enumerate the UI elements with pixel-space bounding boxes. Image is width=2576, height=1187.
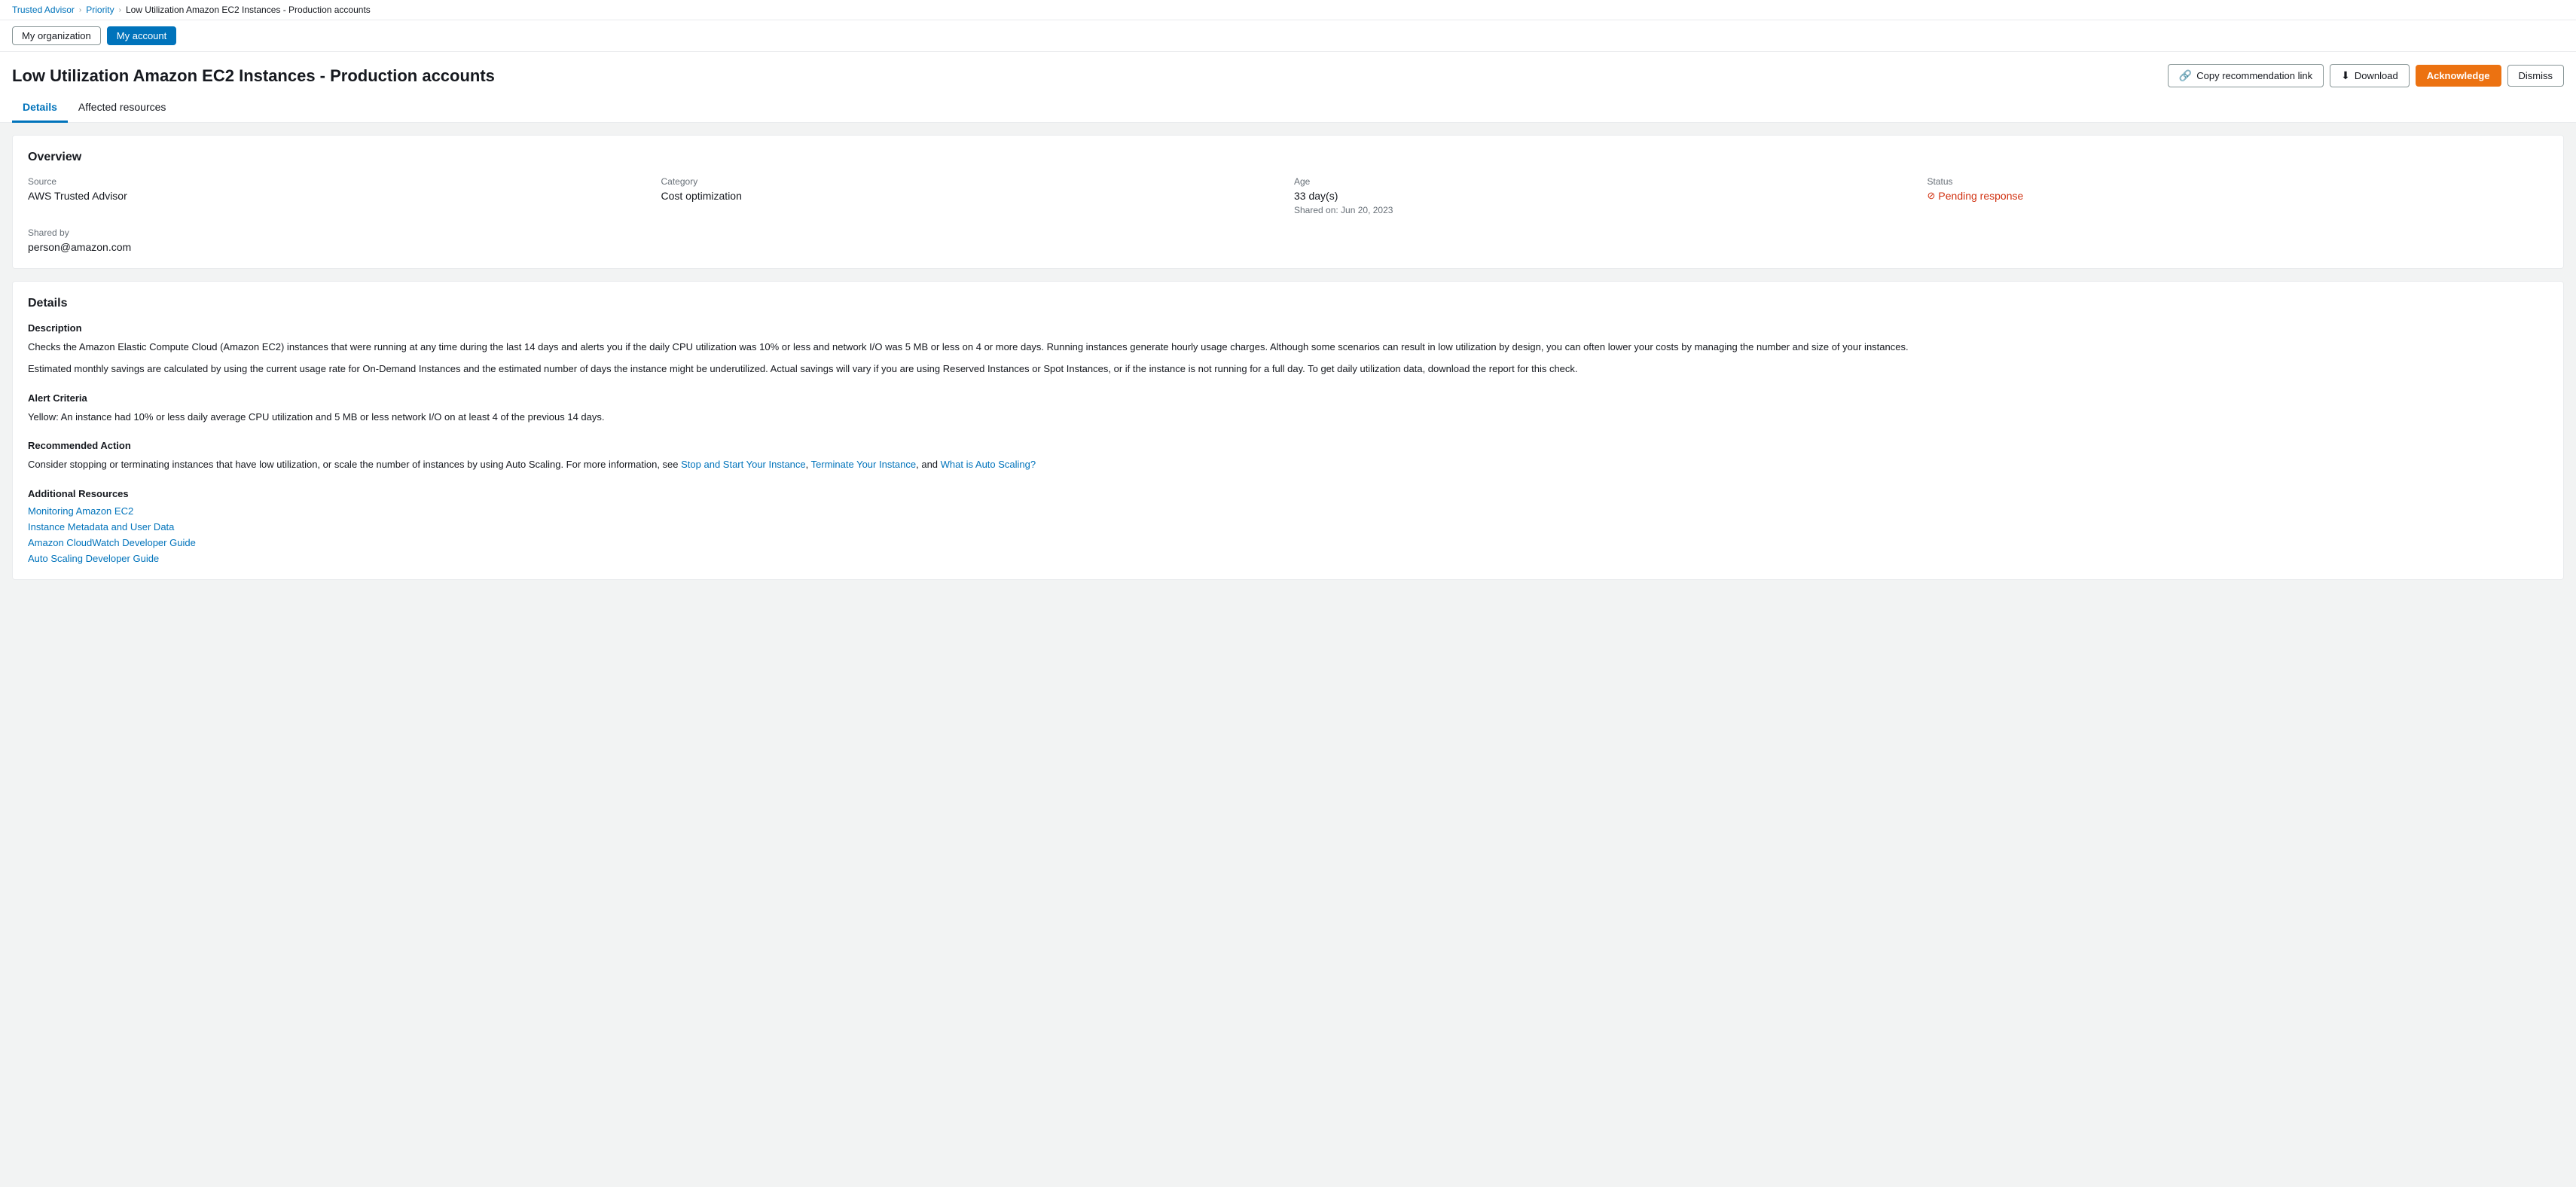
breadcrumb-sep-2: › <box>119 6 121 14</box>
recommended-text-prefix: Consider stopping or terminating instanc… <box>28 459 681 470</box>
details-card: Details Description Checks the Amazon El… <box>12 281 2564 580</box>
recommended-action-section: Recommended Action Consider stopping or … <box>28 440 2548 473</box>
details-title: Details <box>28 297 2548 310</box>
additional-resources-section: Additional Resources Monitoring Amazon E… <box>28 488 2548 564</box>
breadcrumb-current: Low Utilization Amazon EC2 Instances - P… <box>126 5 371 15</box>
copy-link-label: Copy recommendation link <box>2196 70 2312 81</box>
overview-grid: Source AWS Trusted Advisor Category Cost… <box>28 176 2548 215</box>
shared-by-label: Shared by <box>28 227 655 238</box>
page-header: Low Utilization Amazon EC2 Instances - P… <box>0 52 2576 93</box>
source-value: AWS Trusted Advisor <box>28 190 649 202</box>
main-content: Overview Source AWS Trusted Advisor Cate… <box>0 123 2576 592</box>
additional-link-2[interactable]: Amazon CloudWatch Developer Guide <box>28 537 2548 548</box>
breadcrumb-priority[interactable]: Priority <box>86 5 114 15</box>
pending-icon: ⊘ <box>1927 190 1936 202</box>
terminate-link[interactable]: Terminate Your Instance <box>811 459 916 470</box>
tab-my-organization[interactable]: My organization <box>12 26 101 45</box>
recommended-action-label: Recommended Action <box>28 440 2548 451</box>
additional-link-0[interactable]: Monitoring Amazon EC2 <box>28 505 2548 517</box>
download-icon: ⬇ <box>2341 69 2350 82</box>
scope-tabs: My organization My account <box>0 20 2576 52</box>
category-value: Cost optimization <box>661 190 1283 202</box>
overview-age: Age 33 day(s) Shared on: Jun 20, 2023 <box>1294 176 1915 215</box>
page-title: Low Utilization Amazon EC2 Instances - P… <box>12 66 495 86</box>
dismiss-button[interactable]: Dismiss <box>2507 65 2565 87</box>
acknowledge-button[interactable]: Acknowledge <box>2416 65 2501 87</box>
source-label: Source <box>28 176 649 187</box>
description-section: Description Checks the Amazon Elastic Co… <box>28 322 2548 377</box>
copy-recommendation-link-button[interactable]: 🔗 Copy recommendation link <box>2168 64 2324 87</box>
additional-links: Monitoring Amazon EC2 Instance Metadata … <box>28 505 2548 564</box>
age-label: Age <box>1294 176 1915 187</box>
age-shared: Shared on: Jun 20, 2023 <box>1294 205 1915 215</box>
auto-scaling-link[interactable]: What is Auto Scaling? <box>941 459 1036 470</box>
additional-link-1[interactable]: Instance Metadata and User Data <box>28 521 2548 532</box>
download-label: Download <box>2355 70 2398 81</box>
category-label: Category <box>661 176 1283 187</box>
header-actions: 🔗 Copy recommendation link ⬇ Download Ac… <box>2168 64 2564 87</box>
breadcrumb-sep-1: › <box>79 6 81 14</box>
description-text-1: Checks the Amazon Elastic Compute Cloud … <box>28 340 2548 355</box>
description-text-2: Estimated monthly savings are calculated… <box>28 362 2548 377</box>
alert-criteria-text: Yellow: An instance had 10% or less dail… <box>28 410 2548 426</box>
download-button[interactable]: ⬇ Download <box>2330 64 2410 87</box>
tabs: Details Affected resources <box>0 93 2576 123</box>
recommended-comma-1: , <box>806 459 811 470</box>
tab-affected-resources[interactable]: Affected resources <box>68 93 176 123</box>
overview-shared-by: Shared by person@amazon.com <box>28 227 655 253</box>
overview-title: Overview <box>28 151 2548 164</box>
status-text: Pending response <box>1938 190 2023 202</box>
description-label: Description <box>28 322 2548 334</box>
stop-start-link[interactable]: Stop and Start Your Instance <box>681 459 806 470</box>
link-icon: 🔗 <box>2179 69 2192 82</box>
alert-criteria-label: Alert Criteria <box>28 392 2548 404</box>
breadcrumb: Trusted Advisor › Priority › Low Utiliza… <box>0 0 2576 20</box>
tab-details[interactable]: Details <box>12 93 68 123</box>
additional-link-3[interactable]: Auto Scaling Developer Guide <box>28 553 2548 564</box>
shared-by-value: person@amazon.com <box>28 241 655 253</box>
alert-criteria-section: Alert Criteria Yellow: An instance had 1… <box>28 392 2548 426</box>
status-label: Status <box>1927 176 2549 187</box>
overview-category: Category Cost optimization <box>661 176 1283 215</box>
overview-card: Overview Source AWS Trusted Advisor Cate… <box>12 135 2564 269</box>
age-value: 33 day(s) <box>1294 190 1915 202</box>
overview-status: Status ⊘ Pending response <box>1927 176 2549 215</box>
overview-source: Source AWS Trusted Advisor <box>28 176 649 215</box>
recommended-and: , and <box>916 459 941 470</box>
status-value: ⊘ Pending response <box>1927 190 2549 202</box>
additional-resources-label: Additional Resources <box>28 488 2548 499</box>
tab-my-account[interactable]: My account <box>107 26 176 45</box>
overview-second-row: Shared by person@amazon.com <box>28 227 2548 253</box>
recommended-action-text: Consider stopping or terminating instanc… <box>28 457 2548 473</box>
breadcrumb-trusted-advisor[interactable]: Trusted Advisor <box>12 5 75 15</box>
